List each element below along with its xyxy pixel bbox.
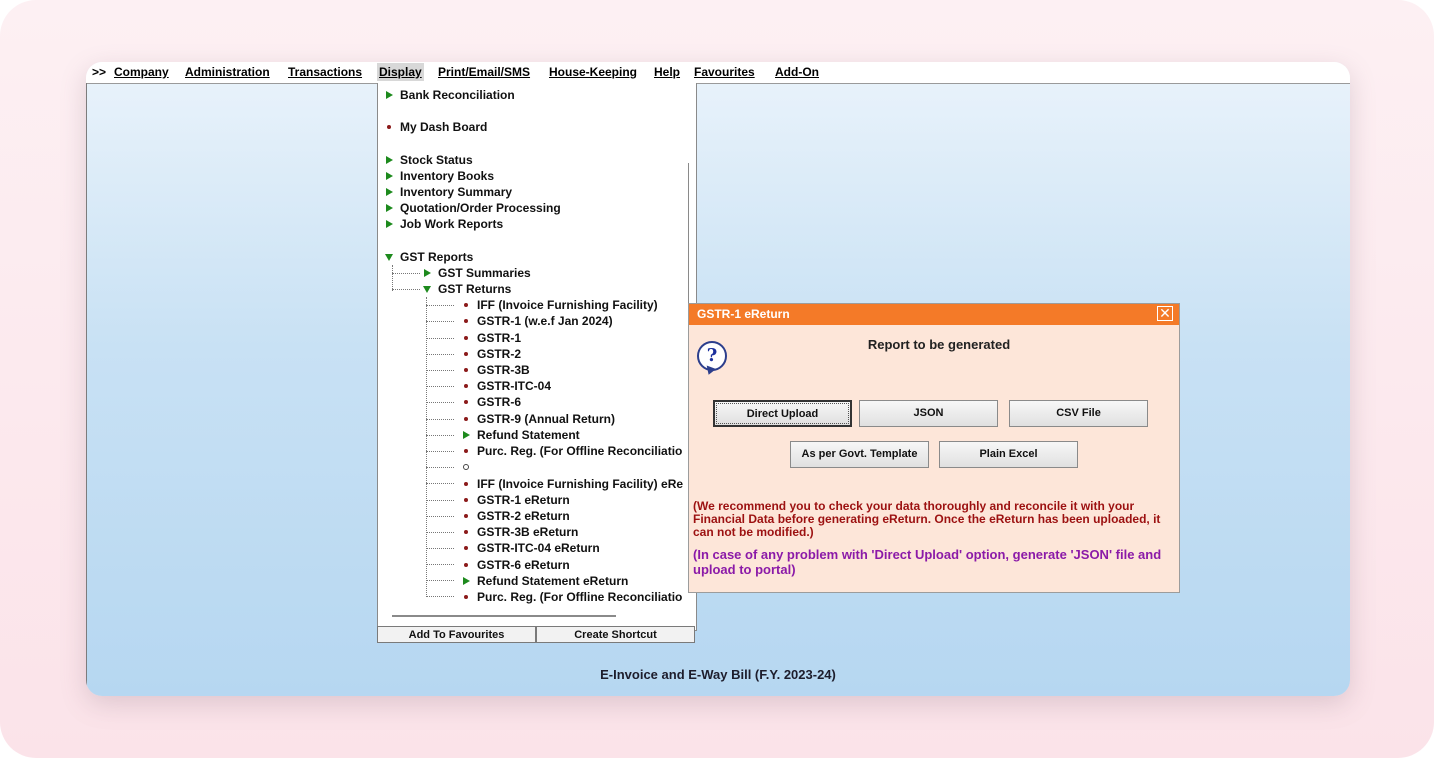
- tree-connector: [426, 435, 454, 436]
- menu-transactions[interactable]: Transactions: [288, 65, 362, 79]
- info-note: (In case of any problem with 'Direct Upl…: [693, 547, 1162, 577]
- menu-company[interactable]: Company: [114, 65, 169, 79]
- expand-arrow-icon: [382, 216, 396, 232]
- menu-house-keeping[interactable]: House-Keeping: [549, 65, 637, 79]
- bullet-dot-icon: [459, 297, 473, 313]
- tree-connector: [426, 532, 454, 533]
- bullet-dot-icon: [459, 313, 473, 329]
- tree-connector: [392, 273, 420, 274]
- csv-file-button[interactable]: CSV File: [1009, 400, 1148, 427]
- tree-connector: [426, 402, 454, 403]
- plain-excel-button[interactable]: Plain Excel: [939, 441, 1078, 468]
- tree-connector: [426, 564, 454, 565]
- dialog-title-bar: GSTR-1 eReturn ✕: [689, 304, 1179, 325]
- display-tree-panel: Bank Reconciliation My Dash Board Stock …: [377, 83, 697, 631]
- json-button[interactable]: JSON: [859, 400, 998, 427]
- expand-arrow-icon: [459, 573, 473, 589]
- tree-connector: [426, 354, 454, 355]
- tree-horizontal-scrollbar[interactable]: [392, 615, 616, 617]
- tree-connector: [426, 370, 454, 371]
- bullet-dot-icon: [459, 524, 473, 540]
- tree-connector: [426, 467, 454, 468]
- tree-connector: [426, 451, 454, 452]
- create-shortcut-button[interactable]: Create Shortcut: [536, 626, 695, 643]
- menu-print-email-sms[interactable]: Print/Email/SMS: [438, 65, 530, 79]
- menu-administration[interactable]: Administration: [185, 65, 270, 79]
- dialog-title: GSTR-1 eReturn: [697, 307, 790, 321]
- govt-template-button[interactable]: As per Govt. Template: [790, 441, 929, 468]
- empty-circle-icon: [459, 459, 473, 475]
- expand-arrow-icon: [382, 184, 396, 200]
- tree-footer-bar: Add To Favourites Create Shortcut: [377, 626, 695, 645]
- bullet-dot-icon: [459, 346, 473, 362]
- expand-arrow-icon: [382, 152, 396, 168]
- tree-connector: [426, 500, 454, 501]
- menu-display[interactable]: Display: [377, 63, 424, 81]
- expand-arrow-icon: [382, 200, 396, 216]
- bullet-dot-icon: [459, 589, 473, 605]
- window-left-border: [86, 83, 87, 696]
- bullet-dot-icon: [459, 330, 473, 346]
- menu-favourites[interactable]: Favourites: [694, 65, 755, 79]
- expand-arrow-icon: [459, 427, 473, 443]
- bullet-dot-icon: [459, 394, 473, 410]
- tree-connector: [426, 483, 454, 484]
- menu-help[interactable]: Help: [654, 65, 680, 79]
- close-icon[interactable]: ✕: [1157, 306, 1173, 321]
- bullet-dot-icon: [459, 557, 473, 573]
- collapse-arrow-icon: [382, 249, 396, 265]
- bullet-dot-icon: [459, 362, 473, 378]
- tree-connector: [426, 338, 454, 339]
- expand-arrow-icon: [382, 168, 396, 184]
- tree-connector: [426, 596, 454, 597]
- tree-connector: [426, 321, 454, 322]
- bullet-dot-icon: [459, 378, 473, 394]
- tree-connector: [392, 265, 393, 291]
- tree-connector: [426, 548, 454, 549]
- menu-chevron[interactable]: >>: [92, 65, 106, 79]
- expand-arrow-icon: [420, 265, 434, 281]
- tree-connector: [426, 305, 454, 306]
- bullet-dot-icon: [459, 508, 473, 524]
- collapse-arrow-icon: [420, 281, 434, 297]
- status-footer: E-Invoice and E-Way Bill (F.Y. 2023-24): [600, 667, 836, 682]
- menu-add-on[interactable]: Add-On: [775, 65, 819, 79]
- add-to-favourites-button[interactable]: Add To Favourites: [377, 626, 536, 643]
- tree-connector: [426, 297, 427, 597]
- app-window: >> Company Administration Transactions D…: [86, 62, 1350, 696]
- bullet-dot-icon: [459, 492, 473, 508]
- gstr1-ereturn-dialog: GSTR-1 eReturn ✕ ? Report to be generate…: [688, 303, 1180, 593]
- menu-bar: >> Company Administration Transactions D…: [86, 62, 1350, 84]
- warning-note: (We recommend you to check your data tho…: [693, 499, 1161, 539]
- bullet-dot-icon: [459, 540, 473, 556]
- tree-connector: [426, 386, 454, 387]
- bullet-dot-icon: [459, 411, 473, 427]
- direct-upload-button[interactable]: Direct Upload: [713, 400, 852, 427]
- tree-connector: [426, 419, 454, 420]
- bullet-dot-icon: [459, 443, 473, 459]
- tree-connector: [392, 289, 420, 290]
- tree-connector: [426, 580, 454, 581]
- dialog-heading: Report to be generated: [867, 337, 1011, 352]
- bullet-dot-icon: [459, 476, 473, 492]
- bullet-dot-icon: [382, 119, 396, 135]
- tree-connector: [426, 516, 454, 517]
- expand-arrow-icon: [382, 87, 396, 103]
